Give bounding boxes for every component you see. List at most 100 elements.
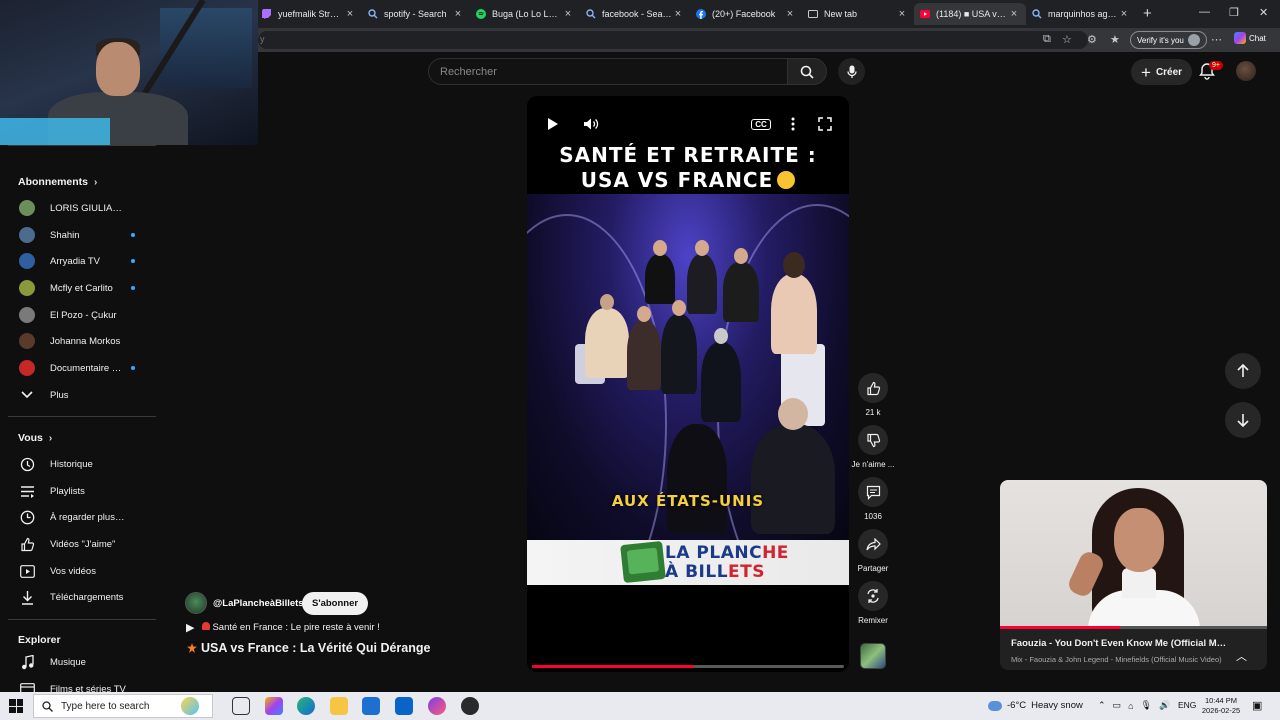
chevron-up-icon[interactable]: ︿: [1236, 648, 1247, 664]
volume-icon[interactable]: [579, 114, 603, 134]
close-icon[interactable]: ×: [344, 8, 356, 20]
browser-tab[interactable]: spotify - Search ×: [362, 3, 470, 25]
keyboard-glow: [0, 118, 110, 145]
collections-icon[interactable]: ★: [1110, 33, 1120, 46]
sidebar-subscription-item[interactable]: LORIS GIULIANO: [0, 195, 150, 221]
search-input[interactable]: Rechercher: [428, 58, 788, 85]
sidebar-subscription-item[interactable]: Johanna Morkos: [0, 328, 150, 354]
close-icon[interactable]: ×: [672, 8, 684, 20]
related-video-link[interactable]: ▶ Santé en France : Le pire reste à veni…: [186, 621, 380, 634]
network-icon[interactable]: ⌂: [1128, 701, 1133, 711]
close-icon[interactable]: ×: [896, 8, 908, 20]
voice-search-button[interactable]: [838, 58, 865, 85]
snow-cloud-icon: [988, 700, 1002, 711]
close-icon[interactable]: ×: [562, 8, 574, 20]
browser-tab[interactable]: facebook - Search ×: [580, 3, 690, 25]
outlook-icon[interactable]: [395, 697, 413, 715]
sidebar-item-liked[interactable]: Vidéos "J'aime": [0, 531, 150, 557]
sidebar-subscription-item[interactable]: Documentaire S...: [0, 355, 150, 381]
create-button[interactable]: + Créer: [1131, 59, 1193, 85]
miniplayer[interactable]: Faouzia - You Don't Even Know Me (Offici…: [1000, 480, 1267, 670]
window-close-icon[interactable]: ✕: [1259, 6, 1268, 19]
tab-title: yuefmalik Stream - V: [278, 9, 344, 19]
like-button[interactable]: [858, 373, 888, 403]
channel-handle[interactable]: @LaPlancheàBillets: [213, 598, 304, 609]
messenger-icon[interactable]: [428, 697, 446, 715]
you-header[interactable]: Vous ›: [18, 432, 52, 444]
new-tab-icon[interactable]: +: [1143, 5, 1152, 22]
close-icon[interactable]: ×: [784, 8, 796, 20]
sidebar-subscription-item[interactable]: Shahin: [0, 222, 150, 248]
notification-center-icon[interactable]: ▣: [1252, 699, 1262, 712]
more-options-icon[interactable]: ⋯: [1211, 33, 1222, 46]
sidebar: Abonnements › LORIS GIULIANO Shahin Arry…: [0, 145, 156, 696]
sidebar-subscription-item[interactable]: Mcfly et Carlito: [0, 275, 150, 301]
browser-tab[interactable]: (20+) Facebook ×: [690, 3, 802, 25]
address-bar[interactable]: y: [258, 31, 1088, 49]
video-progress-bar[interactable]: [532, 665, 844, 668]
subscribe-button[interactable]: S'abonner: [302, 592, 369, 615]
play-icon[interactable]: [541, 114, 565, 134]
split-view-icon[interactable]: ⧉: [1043, 33, 1051, 46]
sidebar-item-history[interactable]: Historique: [0, 451, 150, 477]
sidebar-item-your-videos[interactable]: Vos vidéos: [0, 558, 150, 584]
next-short-button[interactable]: [1225, 402, 1261, 438]
dislike-button[interactable]: [858, 425, 888, 455]
browser-tab[interactable]: yuefmalik Stream - V ×: [256, 3, 362, 25]
sidebar-item-more[interactable]: Plus: [0, 382, 150, 408]
copilot-chat-button[interactable]: Chat: [1234, 32, 1266, 44]
miniplayer-video[interactable]: [1000, 480, 1267, 628]
microphone-icon[interactable]: 🎙: [1141, 700, 1152, 711]
obs-studio-icon[interactable]: [461, 697, 479, 715]
browser-tab[interactable]: marquinhos age - Se ×: [1026, 3, 1136, 25]
edge-browser-icon[interactable]: [297, 697, 315, 715]
browser-tab[interactable]: Buga (Lo Lo Lo) - sc ×: [470, 3, 580, 25]
copilot-app-icon[interactable]: [265, 697, 283, 715]
speaker-icon[interactable]: 🔊: [1159, 700, 1170, 711]
sidebar-subscription-item[interactable]: Arryadia TV: [0, 248, 150, 274]
captions-icon[interactable]: CC: [749, 114, 773, 134]
search-button[interactable]: [787, 58, 827, 85]
sidebar-subscription-item[interactable]: El Pozo - Çukur: [0, 302, 150, 328]
minimize-icon[interactable]: —: [1199, 6, 1210, 18]
share-button[interactable]: [858, 529, 888, 559]
channel-avatar[interactable]: [185, 592, 207, 614]
extensions-icon[interactable]: ⚙: [1087, 33, 1097, 46]
comments-button[interactable]: [858, 477, 888, 507]
remix-label: Remixer: [858, 616, 888, 625]
close-icon[interactable]: ×: [1008, 8, 1020, 20]
display-icon[interactable]: ▭: [1113, 700, 1122, 711]
browser-tab-active[interactable]: (1184) ■ USA vs Fr ×: [914, 3, 1026, 25]
favorite-star-icon[interactable]: ☆: [1062, 33, 1072, 46]
browser-tab[interactable]: New tab ×: [802, 3, 914, 25]
explosion-emoji-icon: [187, 643, 197, 653]
previous-short-button[interactable]: [1225, 353, 1261, 389]
more-vertical-icon[interactable]: [781, 114, 805, 134]
weather-widget[interactable]: -6°C Heavy snow: [988, 700, 1083, 711]
sidebar-item-playlists[interactable]: Playlists: [0, 478, 150, 504]
fullscreen-icon[interactable]: [813, 114, 837, 134]
chevron-up-icon[interactable]: ⌃: [1098, 700, 1106, 711]
miniplayer-progress-bar[interactable]: [1000, 626, 1267, 629]
short-title-text: USA vs France : La Vérité Qui Dérange: [201, 641, 431, 655]
short-video-player[interactable]: CC SANTÉ ET RETRAITE : USA VS FRANCE AUX…: [527, 96, 849, 672]
task-view-icon[interactable]: [232, 697, 250, 715]
close-icon[interactable]: ×: [452, 8, 464, 20]
sidebar-item-music[interactable]: Musique: [0, 649, 150, 675]
sound-thumbnail[interactable]: [860, 643, 886, 669]
sidebar-item-watch-later[interactable]: À regarder plus tard: [0, 504, 150, 530]
copilot-sparkle-icon[interactable]: [181, 697, 199, 715]
windows-start-icon[interactable]: [9, 699, 23, 713]
verify-identity-button[interactable]: Verify it's you: [1130, 31, 1207, 49]
overlay-title-line1: SANTÉ ET RETRAITE :: [559, 143, 817, 167]
subscriptions-header[interactable]: Abonnements ›: [18, 176, 97, 188]
account-avatar[interactable]: [1236, 61, 1256, 81]
taskbar-clock[interactable]: 10:44 PM 2026-02-25: [1199, 696, 1243, 716]
sidebar-item-downloads[interactable]: Téléchargements: [0, 584, 150, 610]
microsoft-store-icon[interactable]: [362, 697, 380, 715]
restore-icon[interactable]: ❐: [1229, 6, 1239, 19]
close-icon[interactable]: ×: [1118, 8, 1130, 20]
remix-button[interactable]: [858, 581, 888, 611]
input-language[interactable]: ENG: [1178, 700, 1196, 710]
file-explorer-icon[interactable]: [330, 697, 348, 715]
